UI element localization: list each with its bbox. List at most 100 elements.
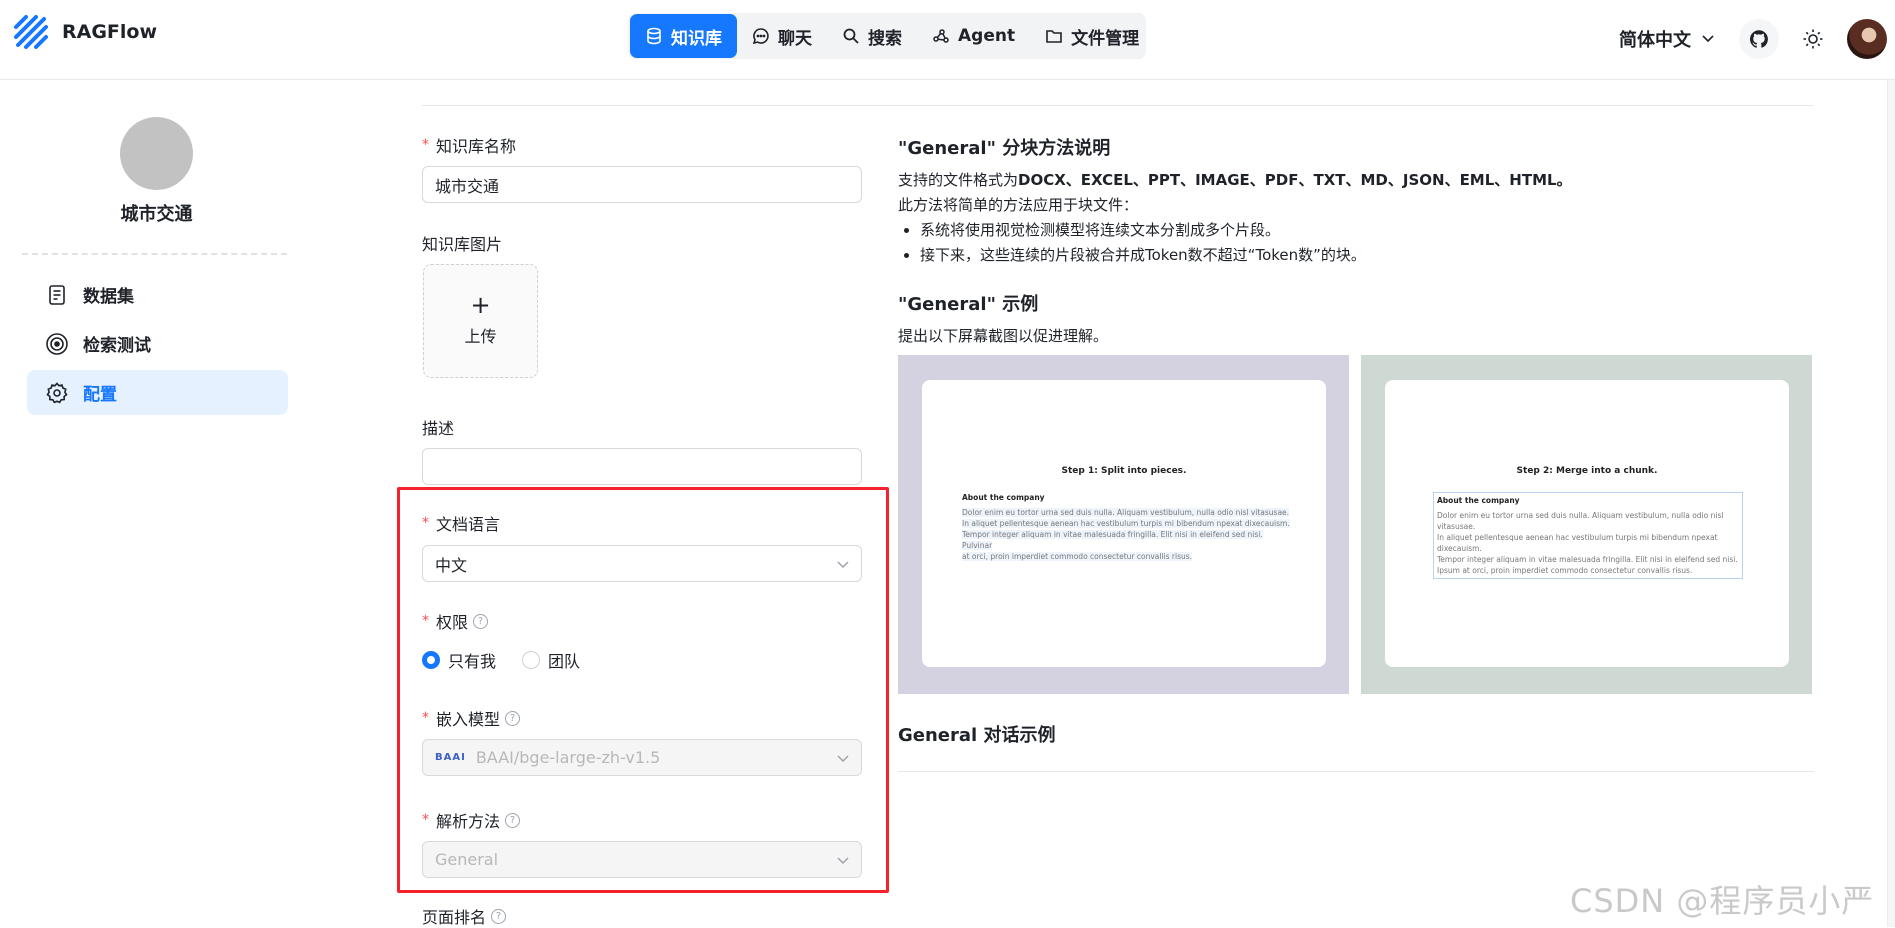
sidebar-divider <box>22 253 287 255</box>
ragflow-logo-icon[interactable] <box>12 13 50 51</box>
paragraph-line: Dolor enim eu tortor urna sed duis nulla… <box>962 508 1290 517</box>
nav-label: Agent <box>958 26 1016 46</box>
example-image-merge: Step 2: Merge into a chunk. About the co… <box>1361 355 1812 694</box>
label-text: 解析方法 <box>436 812 501 831</box>
embedding-model-label: * 嵌入模型 ? <box>422 706 521 730</box>
sidebar-item-dataset[interactable]: 数据集 <box>27 272 288 317</box>
example-paragraph: About the company Dolor enim eu tortor u… <box>1433 492 1743 579</box>
search-icon <box>843 28 859 44</box>
radio-label: 团队 <box>548 652 581 671</box>
baai-logo: BAAI <box>435 752 466 763</box>
step-caption: Step 2: Merge into a chunk. <box>1516 466 1658 476</box>
nav-knowledge-base[interactable]: 知识库 <box>630 14 737 58</box>
kb-name-label: * 知识库名称 <box>422 133 516 157</box>
help-icon[interactable]: ? <box>505 812 521 828</box>
paragraph-line: Tempor integer aliquam in vitae malesuad… <box>1437 555 1738 564</box>
embedding-model-select[interactable]: BAAI BAAI/bge-large-zh-v1.5 <box>422 739 862 776</box>
help-icon[interactable]: ? <box>505 710 521 726</box>
target-icon <box>46 332 68 355</box>
sidebar-item-retrieval-test[interactable]: 检索测试 <box>27 321 288 366</box>
radio-label: 只有我 <box>448 652 497 671</box>
method-title: "General" 分块方法说明 <box>898 138 1111 159</box>
parse-method-select[interactable]: General <box>422 841 862 878</box>
nav-label: 文件管理 <box>1071 28 1140 49</box>
sidebar-item-config[interactable]: 配置 <box>27 370 288 415</box>
chunk-method-description: "General" 分块方法说明 支持的文件格式为DOCX、EXCEL、PPT、… <box>898 134 1818 349</box>
image-upload-button[interactable]: + 上传 <box>423 264 538 378</box>
paragraph-line: Ipsum at orci, proin imperdiet commodo c… <box>1437 566 1693 575</box>
doc-language-select[interactable]: 中文 <box>422 545 862 582</box>
github-button[interactable] <box>1739 19 1779 59</box>
kb-name-input[interactable]: 城市交通 <box>422 166 862 203</box>
document-icon <box>49 284 65 305</box>
page-scrollbar[interactable] <box>1887 80 1895 927</box>
language-selector[interactable]: 简体中文 <box>1619 26 1715 52</box>
nav-agent[interactable]: Agent <box>917 14 1030 58</box>
method-bullets: 系统将使用视觉检测模型将连续文本分割成多个片段。 接下来，这些连续的片段被合并成… <box>898 218 1818 268</box>
sun-icon <box>1803 29 1823 49</box>
example-image-split: Step 1: Split into pieces. About the com… <box>898 355 1349 694</box>
help-icon[interactable]: ? <box>473 613 489 629</box>
label-text: 知识库图片 <box>422 235 503 254</box>
radio-only-me[interactable] <box>422 651 440 669</box>
example-intro: 提出以下屏幕截图以促进理解。 <box>898 327 1109 345</box>
sidebar-item-label: 配置 <box>83 385 117 405</box>
nav-file-management[interactable]: 文件管理 <box>1030 14 1154 58</box>
theme-toggle-button[interactable] <box>1793 19 1833 59</box>
formats-prefix: 支持的文件格式为 <box>898 171 1019 189</box>
select-value: 中文 <box>435 555 468 575</box>
chevron-down-icon <box>837 857 849 864</box>
paragraph-heading: About the company <box>1437 496 1520 505</box>
method-intro: 此方法将简单的方法应用于块文件： <box>898 196 1139 214</box>
select-value: General <box>435 850 499 869</box>
doc-language-label: * 文档语言 <box>422 511 500 535</box>
label-text: 描述 <box>422 419 455 438</box>
nav-label: 知识库 <box>671 28 722 49</box>
sidebar-item-label: 检索测试 <box>83 336 151 356</box>
nav-search[interactable]: 搜索 <box>827 14 917 58</box>
main-nav: 知识库 聊天 搜索 Agent 文件管理 <box>628 13 1146 59</box>
required-mark: * <box>422 515 429 531</box>
paragraph-heading: About the company <box>962 493 1045 502</box>
label-text: 权限 <box>436 613 469 632</box>
plus-icon: + <box>470 291 491 319</box>
upload-label: 上传 <box>464 327 497 346</box>
step-caption: Step 1: Split into pieces. <box>1061 466 1187 476</box>
example-title: "General" 示例 <box>898 294 1039 315</box>
user-avatar[interactable] <box>1847 19 1887 59</box>
help-icon[interactable]: ? <box>491 908 507 924</box>
chat-example-title: General 对话示例 <box>898 725 1056 746</box>
nav-chat[interactable]: 聊天 <box>737 14 827 58</box>
bottom-divider <box>898 771 1814 772</box>
paragraph-line: In aliquet pellentesque aenean hac vesti… <box>962 519 1290 528</box>
paragraph-line: Tempor integer aliquam in vitae malesuad… <box>962 530 1263 550</box>
label-text: 嵌入模型 <box>436 710 501 729</box>
page-rank-label: 页面排名 ? <box>422 904 507 928</box>
select-value: BAAI/bge-large-zh-v1.5 <box>475 748 661 767</box>
chevron-down-icon <box>837 561 849 568</box>
kb-name: 城市交通 <box>120 204 193 225</box>
label-text: 文档语言 <box>436 515 501 534</box>
radio-team[interactable] <box>522 651 541 669</box>
github-icon <box>1750 30 1768 48</box>
paragraph-line: Dolor enim eu tortor urna sed duis nulla… <box>1437 511 1724 531</box>
top-header: RAGFlow 知识库 聊天 搜索 Agent 文件管理 简体中文 <box>0 0 1895 80</box>
label-text: 知识库名称 <box>436 137 517 156</box>
required-mark: * <box>422 812 429 828</box>
nav-label: 聊天 <box>778 28 812 49</box>
top-divider <box>422 105 1814 106</box>
nav-label: 搜索 <box>868 28 902 49</box>
sidebar-item-label: 数据集 <box>83 287 134 307</box>
kb-avatar <box>120 117 193 190</box>
paragraph-line: In aliquet pellentesque aenean hac vesti… <box>1437 533 1718 553</box>
agent-graph-icon <box>933 29 949 43</box>
paragraph-line: at orci, proin imperdiet commodo consect… <box>962 552 1193 561</box>
required-mark: * <box>422 710 429 726</box>
permission-radio-group: 只有我 团队 <box>422 648 580 672</box>
bullet-item: 系统将使用视觉检测模型将连续文本分割成多个片段。 <box>920 218 1818 243</box>
description-input[interactable] <box>422 448 862 485</box>
kb-image-label: 知识库图片 <box>422 231 502 255</box>
example-page: Step 2: Merge into a chunk. About the co… <box>1385 380 1789 667</box>
required-mark: * <box>422 137 429 153</box>
example-page: Step 1: Split into pieces. About the com… <box>922 380 1326 667</box>
